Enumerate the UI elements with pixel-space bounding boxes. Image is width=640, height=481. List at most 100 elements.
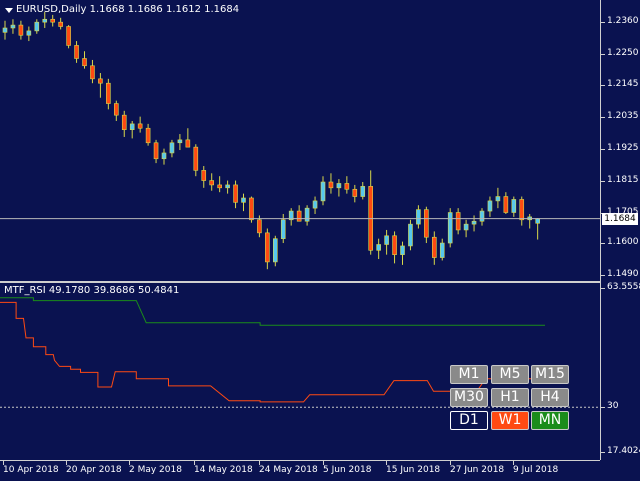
bear-candle [233, 184, 238, 203]
price-axis-tick [601, 275, 605, 276]
bull-candle [416, 209, 421, 225]
price-axis-label: 1.1815 [607, 174, 639, 185]
bear-candle [209, 180, 214, 186]
bull-candle [495, 196, 501, 202]
rsi-line-w1 [0, 297, 545, 326]
bear-candle [90, 65, 95, 80]
candlestick-chart [0, 12, 600, 270]
bear-candle [296, 210, 302, 222]
indicator-name: MTF_RSI [4, 285, 46, 296]
indicator-values: 49.1780 39.8686 50.4841 [48, 285, 180, 296]
bear-candle [82, 58, 87, 67]
price-axis-label: 1.2360 [607, 16, 639, 27]
bull-candle [320, 181, 326, 202]
price-axis-tick [601, 22, 605, 24]
bear-candle [257, 219, 262, 234]
bear-candle [185, 139, 191, 148]
time-axis-label: 27 Jun 2018 [450, 465, 505, 475]
timeframe-button-m5[interactable]: M5 [491, 365, 529, 384]
time-axis-label: 9 Jul 2018 [513, 465, 559, 475]
bull-candle [400, 245, 405, 255]
bear-candle [424, 209, 429, 238]
rsi-axis-tick [601, 452, 605, 453]
indicator-title: MTF_RSI 49.1780 39.8686 50.4841 [4, 285, 179, 296]
price-axis-label: 1.1600 [607, 237, 639, 248]
rsi-axis-tick [601, 407, 605, 409]
bull-candle [177, 139, 183, 144]
bull-candle [312, 200, 318, 209]
bull-candle [471, 220, 477, 225]
price-axis-tick [601, 84, 605, 86]
bear-candle [249, 197, 254, 221]
bear-candle [201, 170, 207, 181]
price-chart-pane[interactable]: EURUSD,Daily 1.1668 1.1686 1.1612 1.1684 [0, 0, 600, 281]
bear-candle [328, 181, 334, 189]
current-price-label: 1.1684 [602, 212, 638, 225]
bull-candle [304, 207, 310, 222]
bull-candle [10, 24, 16, 29]
bear-candle [50, 18, 56, 23]
timeframe-button-mn[interactable]: MN [531, 411, 569, 430]
bear-candle [519, 199, 525, 221]
price-axis-tick [601, 243, 605, 245]
bear-candle [106, 82, 111, 104]
ohlc-values: 1.1668 1.1686 1.1612 1.1684 [89, 4, 240, 15]
bull-candle [376, 244, 381, 251]
timeframe-button-h4[interactable]: H4 [531, 388, 569, 407]
timeframe-button-w1[interactable]: W1 [491, 411, 529, 430]
bull-candle [280, 219, 286, 239]
bull-candle [241, 197, 246, 203]
bull-candle [26, 30, 32, 36]
price-axis-label: 1.1490 [607, 269, 639, 279]
rsi-indicator-pane[interactable]: MTF_RSI 49.1780 39.8686 50.4841 M1 M5 M15 M… [0, 283, 600, 460]
bull-candle [272, 238, 278, 263]
rsi-axis-min-label: 17.4024 [607, 446, 640, 456]
bear-candle [98, 78, 103, 84]
bear-candle [137, 123, 143, 129]
bull-candle [447, 212, 453, 244]
bear-candle [431, 236, 437, 258]
price-axis-tick [601, 180, 605, 182]
time-axis-label: 15 Jun 2018 [386, 465, 441, 475]
bear-candle [18, 24, 24, 36]
bear-candle [503, 196, 509, 213]
rsi-axis-tick [601, 288, 605, 289]
timeframe-button-m30[interactable]: M30 [450, 388, 488, 407]
bear-candle [121, 114, 127, 130]
chart-title: EURUSD,Daily 1.1668 1.1686 1.1612 1.1684 [16, 4, 239, 15]
price-axis-tick [601, 148, 605, 150]
bull-candle [439, 242, 445, 258]
timeframe-button-h1[interactable]: H1 [491, 388, 529, 407]
bull-candle [161, 152, 167, 160]
timeframe-button-d1[interactable]: D1 [450, 411, 488, 430]
rsi-line-d1 [0, 301, 545, 403]
bear-candle [217, 184, 222, 189]
price-axis-label: 1.2035 [607, 110, 639, 121]
bear-candle [352, 188, 358, 197]
rsi-axis-level-label: 30 [607, 401, 619, 412]
bull-candle [169, 142, 175, 154]
time-axis[interactable]: 10 Apr 2018 20 Apr 2018 2 May 2018 14 May 2… [0, 460, 600, 481]
rsi-axis-max-label: 63.5558 [607, 282, 640, 292]
bear-candle [74, 45, 79, 59]
bear-candle [392, 235, 397, 255]
time-axis-label: 20 Apr 2018 [66, 465, 122, 475]
bull-candle [2, 27, 8, 33]
bear-candle [58, 21, 63, 27]
chart-menu-arrow-icon[interactable] [5, 8, 13, 13]
bear-candle [66, 26, 71, 46]
timeframe-button-m15[interactable]: M15 [531, 365, 569, 384]
price-axis-label: 1.2145 [607, 78, 639, 89]
bear-candle [114, 103, 119, 116]
bull-candle [129, 123, 135, 130]
bear-candle [455, 212, 461, 231]
bull-candle [34, 21, 40, 32]
bull-candle [535, 218, 540, 224]
price-axis[interactable]: 1.2360 1.2250 1.2145 1.2035 1.1925 1.1815 1.17… [600, 0, 640, 460]
bull-candle [360, 186, 366, 197]
price-axis-tick [601, 54, 605, 56]
timeframe-button-m1[interactable]: M1 [450, 365, 488, 384]
bear-candle [145, 127, 151, 144]
time-axis-label: 24 May 2018 [259, 465, 318, 475]
bull-candle [42, 18, 48, 23]
